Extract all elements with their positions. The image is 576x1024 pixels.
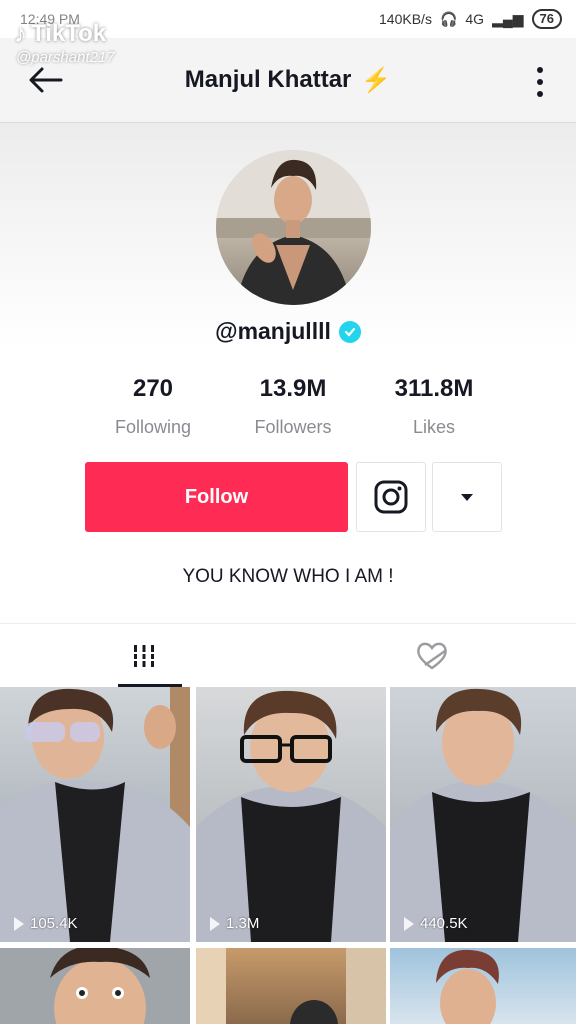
view-count-text: 440.5K — [420, 915, 468, 932]
video-thumbnail — [0, 687, 190, 942]
signal-icon: ▂▄▆ — [492, 10, 524, 27]
view-count: 440.5K — [404, 915, 468, 932]
play-icon — [404, 916, 414, 931]
view-count-text: 105.4K — [30, 915, 78, 932]
stat-following[interactable]: 270 Following — [73, 375, 233, 438]
view-count-text: 1.3M — [226, 915, 260, 932]
network-speed: 140KB/s — [379, 11, 432, 27]
battery-icon: 76 — [531, 9, 562, 29]
play-icon — [210, 916, 220, 931]
watermark-brand: ♪ TikTok — [14, 18, 115, 49]
view-count: 105.4K — [14, 915, 78, 932]
profile-actions: Follow — [85, 462, 505, 532]
more-options-button[interactable] — [524, 62, 556, 102]
back-button[interactable] — [26, 60, 66, 100]
stat-following-label: Following — [114, 417, 192, 437]
video-grid: 105.4K 1.3M 440.5K — [0, 687, 576, 1024]
page-title-text: Manjul Khattar — [184, 66, 352, 93]
grid-icon — [133, 645, 155, 667]
tiktok-watermark: ♪ TikTok @parshant217 — [14, 18, 115, 66]
video-tile[interactable]: 1.3M — [196, 687, 386, 942]
verified-badge-icon — [338, 320, 361, 343]
video-tile[interactable]: 105.4K — [0, 687, 190, 942]
headphones-icon: 🎧 — [439, 10, 458, 27]
profile-info: @manjullll 270 Following 13.9M Followers… — [0, 123, 576, 623]
video-tile[interactable] — [0, 948, 190, 1024]
watermark-brand-label: TikTok — [31, 19, 107, 47]
arrow-left-icon — [29, 67, 63, 93]
suggested-accounts-button[interactable] — [432, 462, 502, 532]
watermark-handle: @parshant217 — [16, 49, 115, 66]
video-thumbnail — [196, 690, 386, 942]
stat-likes[interactable]: 311.8M Likes — [354, 375, 514, 438]
username-text: @manjullll — [215, 318, 331, 344]
video-tile[interactable] — [390, 948, 576, 1024]
profile-bio: YOU KNOW WHO I AM ! — [182, 566, 394, 587]
stat-likes-label: Likes — [412, 417, 456, 437]
instagram-icon — [374, 480, 408, 514]
stat-followers[interactable]: 13.9M Followers — [213, 375, 373, 438]
stat-following-value: 270 — [132, 375, 174, 402]
video-thumbnail — [436, 949, 499, 1024]
view-count: 1.3M — [210, 915, 259, 932]
avatar-image — [216, 150, 371, 305]
stat-followers-label: Followers — [254, 417, 332, 437]
tab-videos[interactable] — [0, 624, 288, 688]
status-icons: 140KB/s 🎧 4G ▂▄▆ 76 — [379, 9, 562, 29]
video-thumbnail — [390, 688, 576, 942]
username: @manjullll — [0, 318, 576, 345]
video-tile[interactable] — [196, 948, 386, 1024]
profile-tabs — [0, 623, 576, 688]
avatar[interactable] — [216, 150, 371, 305]
tab-liked[interactable] — [288, 624, 576, 688]
follow-button[interactable]: Follow — [85, 462, 348, 532]
video-thumbnail — [50, 948, 150, 1024]
heart-hidden-icon — [417, 642, 447, 670]
instagram-button[interactable] — [356, 462, 426, 532]
stat-followers-value: 13.9M — [259, 375, 327, 402]
video-tile[interactable]: 440.5K — [390, 687, 576, 942]
caret-down-icon — [461, 493, 473, 501]
tiktok-logo-icon: ♪ — [14, 18, 27, 48]
video-thumbnail — [196, 948, 386, 1024]
signal-label: 4G — [465, 11, 485, 27]
stat-likes-value: 311.8M — [394, 375, 474, 402]
more-vertical-icon — [537, 67, 543, 73]
page-title: Manjul Khattar ⚡ — [185, 66, 392, 95]
play-icon — [14, 916, 24, 931]
lightning-bolt-icon: ⚡ — [361, 66, 392, 94]
